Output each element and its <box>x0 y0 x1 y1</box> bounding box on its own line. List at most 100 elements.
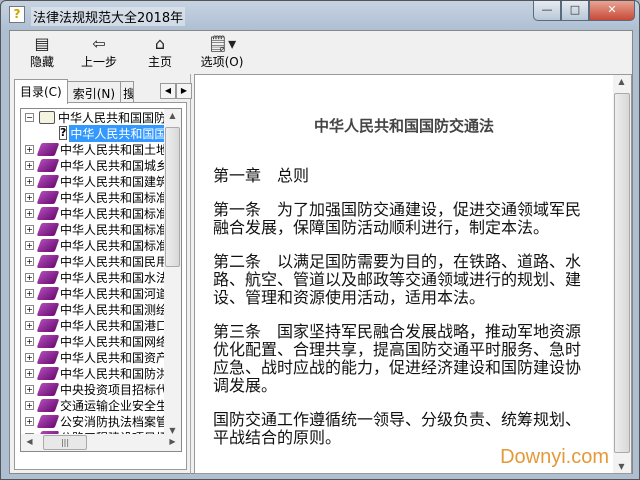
toolbar: ▤ 隐藏 ⇦ 上一步 ⌂ 主页 🗒▾ 选项(O) <box>10 31 632 73</box>
book-icon <box>36 414 60 428</box>
watermark: Downyi.com <box>500 446 609 468</box>
options-button[interactable]: 🗒▾ 选项(O) <box>190 31 254 73</box>
contents-tree: −中华人民共和国国防交通法?中华人民共和国国防交通法+中华人民共和国土地管理法+… <box>20 108 182 452</box>
tree-item-label: 公安消防执法档案管理 <box>60 414 165 429</box>
tree-item[interactable]: + 中华人民共和国标准化法 <box>21 189 165 205</box>
tree-item[interactable]: + 交通运输企业安全生产 <box>21 397 165 413</box>
scroll-thumb[interactable] <box>165 127 180 267</box>
tree-item-label: 中华人民共和国测绘法 <box>60 302 165 317</box>
book-icon <box>36 350 60 364</box>
maximize-button[interactable]: □ <box>561 1 589 21</box>
expand-icon[interactable]: + <box>25 352 34 362</box>
collapse-icon[interactable]: − <box>25 112 34 122</box>
back-button[interactable]: ⇦ 上一步 <box>70 31 128 73</box>
expand-icon[interactable]: + <box>25 304 34 314</box>
expand-icon[interactable]: + <box>25 320 34 330</box>
tree-item[interactable]: + 中华人民共和国水法 <box>21 269 165 285</box>
tab-scroll-left[interactable]: ◀ <box>160 83 176 99</box>
app-window: ? 法律法规规范大全2018年 — □ ✕ ▤ 隐藏 ⇦ 上一步 ⌂ 主页 🗒▾ 选项(… <box>0 0 640 480</box>
tree-item-label: 中华人民共和国土地管理法 <box>60 142 165 157</box>
book-icon <box>36 174 60 188</box>
tree-item-label: 中华人民共和国标准化法 <box>60 190 165 205</box>
back-arrow-icon: ⇦ <box>92 34 106 53</box>
expand-icon[interactable]: + <box>25 368 34 378</box>
tree-item[interactable]: + 公安消防执法档案管理 <box>21 413 165 429</box>
tree-item-label: 中华人民共和国民用航空法 <box>60 254 165 269</box>
minimize-button[interactable]: — <box>533 1 561 21</box>
tree-item[interactable]: + 中华人民共和国港口法 <box>21 317 165 333</box>
book-icon <box>36 302 60 316</box>
tree-item[interactable]: ?中华人民共和国国防交通法 <box>21 124 165 142</box>
options-label: 选项(O) <box>200 55 244 69</box>
expand-icon[interactable]: + <box>25 288 34 298</box>
tab-search[interactable]: 搜 <box>120 81 135 103</box>
expand-icon[interactable]: + <box>25 400 34 410</box>
tree-item[interactable]: + 中华人民共和国城乡规划法 <box>21 157 165 173</box>
hide-label: 隐藏 <box>29 55 54 69</box>
tree-item[interactable]: + 中华人民共和国网络安全法 <box>21 333 165 349</box>
book-icon <box>36 334 60 348</box>
tree-item-label: 中华人民共和国防洪法 <box>60 366 165 381</box>
expand-icon[interactable]: + <box>25 144 34 154</box>
tree-item[interactable]: + 中华人民共和国土地管理法 <box>21 141 165 157</box>
tree-item-label: 中华人民共和国标准化法 <box>60 206 165 221</box>
paragraph: 第三条 国家坚持军民融合发展战略，推动军地资源优化配置、合理共享，提高国防交通平… <box>213 322 582 395</box>
tab-index[interactable]: 索引(N) <box>66 81 122 103</box>
book-icon <box>36 366 60 380</box>
expand-icon[interactable]: + <box>25 160 34 170</box>
tree-item[interactable]: + 中华人民共和国标准化法 <box>21 221 165 237</box>
expand-icon[interactable]: + <box>25 272 34 282</box>
tab-contents[interactable]: 目录(C) <box>14 79 68 104</box>
tree-item[interactable]: + 中华人民共和国标准化法 <box>21 205 165 221</box>
paragraph: 第一条 为了加强国防交通建设，促进交通领域军民融合发展，保障国防活动顺利进行，制… <box>213 200 582 237</box>
tree-item[interactable]: − 中华人民共和国国防交通法 <box>21 109 165 125</box>
book-icon <box>36 238 60 252</box>
close-button[interactable]: ✕ <box>589 1 635 21</box>
expand-icon[interactable]: + <box>25 336 34 346</box>
tree-vertical-scrollbar[interactable]: ▲ ▼ <box>164 109 181 437</box>
expand-icon[interactable]: + <box>25 208 34 218</box>
book-icon <box>36 190 60 204</box>
tree-item[interactable]: + 中华人民共和国测绘法 <box>21 301 165 317</box>
book-icon <box>36 206 60 220</box>
expand-icon[interactable]: + <box>25 192 34 202</box>
help-topic-icon: ? <box>59 126 68 140</box>
tree-horizontal-scrollbar[interactable]: ◀ ||| ▶ <box>21 434 181 451</box>
paragraph: 第二条 以满足国防需要为目的，在铁路、道路、水路、航空、管道以及邮政等交通领域进… <box>213 252 582 307</box>
tree-item[interactable]: + 中华人民共和国标准化法 <box>21 237 165 253</box>
tree-item[interactable]: + 中华人民共和国河道管理条例 <box>21 285 165 301</box>
tree-item[interactable]: + 中华人民共和国资产评估法 <box>21 349 165 365</box>
expand-icon[interactable]: + <box>25 176 34 186</box>
expand-icon[interactable]: + <box>25 256 34 266</box>
document-title: 中华人民共和国国防交通法 <box>313 117 494 135</box>
navigation-pane: 目录(C) 索引(N) 搜 ◀▶ − 中华人民共和国国防交通法?中华人民共和国国防… <box>10 74 192 474</box>
tab-scroll-right[interactable]: ▶ <box>176 83 192 99</box>
tree-item-label: 中央投资项目招标代理 <box>60 382 165 397</box>
document-scrollbar[interactable]: ▲ ▼ <box>613 75 631 473</box>
book-icon <box>36 222 60 236</box>
hide-button[interactable]: ▤ 隐藏 <box>16 31 68 73</box>
expand-icon[interactable]: + <box>25 240 34 250</box>
hide-pane-icon: ▤ <box>34 34 50 53</box>
tree-item-label: 中华人民共和国资产评估法 <box>60 350 165 365</box>
tree-item[interactable]: + 中华人民共和国民用航空法 <box>21 253 165 269</box>
app-help-icon: ? <box>9 6 25 23</box>
scroll-thumb[interactable] <box>614 93 630 453</box>
tree-item[interactable]: + 中华人民共和国建筑法 <box>21 173 165 189</box>
tree-item[interactable]: + 中华人民共和国防洪法 <box>21 365 165 381</box>
paragraph: 国防交通工作遵循统一领导、分级负责、统筹规划、平战结合的原则。 <box>213 410 582 447</box>
tree-item[interactable]: + 中央投资项目招标代理 <box>21 381 165 397</box>
tree-item-label: 中华人民共和国水法 <box>60 270 165 285</box>
book-icon <box>36 286 60 300</box>
expand-icon[interactable]: + <box>25 416 34 426</box>
book-icon <box>36 270 60 284</box>
book-icon <box>36 398 60 412</box>
expand-icon[interactable]: + <box>25 224 34 234</box>
book-icon <box>36 318 60 332</box>
scroll-thumb[interactable]: ||| <box>43 435 87 450</box>
paragraph: 第一章 总则 <box>213 166 310 185</box>
title-bar: ? 法律法规规范大全2018年 — □ ✕ <box>1 1 640 29</box>
home-button[interactable]: ⌂ 主页 <box>134 31 186 73</box>
expand-icon[interactable]: + <box>25 384 34 394</box>
tree-item-label: 中华人民共和国网络安全法 <box>60 334 165 349</box>
